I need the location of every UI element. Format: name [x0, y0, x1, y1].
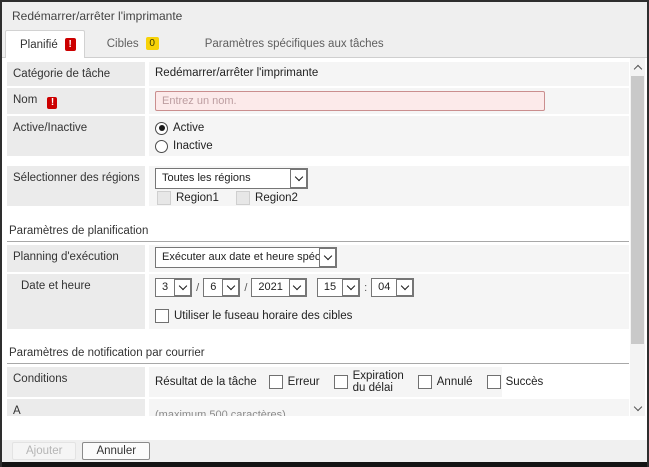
add-button[interactable]: Ajouter: [12, 442, 76, 460]
name-label-cell: Nom !: [7, 88, 145, 114]
succes-checkbox[interactable]: [487, 375, 501, 389]
succes-label: Succès: [506, 376, 544, 388]
dialog-title: Redémarrer/arrêter l'imprimante: [12, 9, 182, 23]
timezone-checkbox[interactable]: [155, 309, 169, 323]
radio-active[interactable]: Active: [155, 120, 623, 136]
tab-planifie[interactable]: Planifié !: [5, 30, 85, 58]
date-separator: /: [244, 282, 247, 294]
count-badge: 0: [146, 37, 159, 50]
vertical-scrollbar[interactable]: [630, 58, 645, 416]
schedule-select[interactable]: Exécuter aux date et heure spécifiées: [155, 247, 337, 268]
erreur-label: Erreur: [288, 376, 320, 388]
region2-checkbox-line[interactable]: Region2: [236, 191, 298, 205]
mail-section-title: Paramètres de notification par courrier: [7, 341, 629, 364]
category-label: Catégorie de tâche: [7, 62, 145, 86]
region1-checkbox[interactable]: [157, 191, 171, 205]
task-dialog: Redémarrer/arrêter l'imprimante Planifié…: [0, 0, 649, 467]
datetime-label: Date et heure: [7, 274, 145, 329]
to-row: A (maximum 500 caractères): [7, 399, 629, 416]
chevron-down-icon: [342, 279, 359, 296]
hour-select[interactable]: 15: [317, 278, 360, 297]
succes-checkbox-line[interactable]: Succès: [487, 375, 544, 389]
conditions-label: Conditions: [7, 367, 145, 397]
region2-checkbox[interactable]: [236, 191, 250, 205]
expiration-checkbox-line[interactable]: Expiration du délai: [334, 370, 404, 394]
annule-checkbox[interactable]: [418, 375, 432, 389]
regions-label: Sélectionner des régions: [7, 166, 145, 206]
schedule-label: Planning d'exécution: [7, 245, 145, 272]
to-hint: (maximum 500 caractères): [155, 409, 623, 416]
tab-parametres-specifiques[interactable]: Paramètres spécifiques aux tâches: [195, 30, 394, 57]
tab-cibles[interactable]: Cibles 0: [97, 30, 169, 57]
category-value: Redémarrer/arrêter l'imprimante: [149, 62, 629, 86]
schedule-select-value: Exécuter aux date et heure spécifiées: [156, 248, 319, 267]
chevron-down-icon: [174, 279, 191, 296]
dialog-footer: Ajouter Annuler: [2, 440, 647, 462]
chevron-down-icon: [319, 248, 336, 267]
datetime-row: Date et heure 3 / 6 /: [7, 274, 629, 329]
date-part1-value: 3: [156, 279, 174, 296]
conditions-prefix: Résultat de la tâche: [155, 376, 257, 388]
to-label: A: [7, 399, 145, 416]
content-footer-gap: [2, 416, 647, 440]
annule-checkbox-line[interactable]: Annulé: [418, 375, 473, 389]
date-year-value: 2021: [252, 279, 288, 296]
chevron-down-icon: [290, 169, 307, 188]
date-part2-value: 6: [204, 279, 222, 296]
schedule-section-title: Paramètres de planification: [7, 219, 629, 242]
radio-active-label: Active: [173, 122, 204, 134]
window-bottom-edge: [2, 462, 647, 467]
name-error-badge: !: [47, 97, 57, 109]
name-label: Nom: [13, 94, 37, 106]
dialog-title-bar: Redémarrer/arrêter l'imprimante: [2, 2, 647, 30]
scroll-down-arrow-icon[interactable]: [630, 401, 645, 416]
time-separator: :: [364, 282, 367, 294]
tab-cibles-label: Cibles: [107, 38, 139, 50]
expiration-checkbox[interactable]: [334, 375, 348, 389]
tab-parametres-label: Paramètres spécifiques aux tâches: [205, 38, 384, 50]
region1-label: Region1: [176, 192, 219, 204]
date-part2-select[interactable]: 6: [203, 278, 240, 297]
scroll-up-arrow-icon[interactable]: [630, 60, 645, 75]
chevron-down-icon: [289, 279, 306, 296]
radio-inactive-icon[interactable]: [155, 140, 168, 153]
erreur-checkbox[interactable]: [269, 375, 283, 389]
date-separator: /: [196, 282, 199, 294]
annule-label: Annulé: [437, 376, 473, 388]
radio-inactive-label: Inactive: [173, 140, 213, 152]
name-input[interactable]: [155, 91, 545, 111]
hour-value: 15: [318, 279, 342, 296]
erreur-checkbox-line[interactable]: Erreur: [269, 375, 320, 389]
date-year-select[interactable]: 2021: [251, 278, 306, 297]
active-inactive-label: Active/Inactive: [7, 116, 145, 156]
conditions-row: Conditions Résultat de la tâche Erreur E…: [7, 367, 629, 397]
radio-inactive[interactable]: Inactive: [155, 138, 623, 154]
tab-bar: Planifié ! Cibles 0 Paramètres spécifiqu…: [2, 30, 647, 58]
chevron-down-icon: [222, 279, 239, 296]
timezone-checkbox-line[interactable]: Utiliser le fuseau horaire des cibles: [155, 309, 352, 323]
cancel-button[interactable]: Annuler: [82, 442, 150, 460]
timezone-checkbox-label: Utiliser le fuseau horaire des cibles: [174, 310, 352, 322]
schedule-row: Planning d'exécution Exécuter aux date e…: [7, 245, 629, 272]
minute-value: 04: [372, 279, 396, 296]
name-row: Nom !: [7, 88, 629, 114]
form-scroll-area: Catégorie de tâche Redémarrer/arrêter l'…: [2, 58, 647, 416]
regions-row: Sélectionner des régions Toutes les régi…: [7, 166, 629, 206]
minute-select[interactable]: 04: [371, 278, 414, 297]
regions-select[interactable]: Toutes les régions: [155, 168, 308, 189]
date-part1-select[interactable]: 3: [155, 278, 192, 297]
expiration-label: Expiration du délai: [353, 370, 404, 394]
region2-label: Region2: [255, 192, 298, 204]
error-badge: !: [65, 38, 76, 51]
tab-planifie-label: Planifié: [20, 39, 58, 51]
regions-select-value: Toutes les régions: [156, 169, 290, 188]
active-inactive-row: Active/Inactive Active Inactive: [7, 116, 629, 156]
scrollbar-thumb[interactable]: [631, 76, 644, 344]
category-row: Catégorie de tâche Redémarrer/arrêter l'…: [7, 62, 629, 86]
chevron-down-icon: [396, 279, 413, 296]
radio-active-icon[interactable]: [155, 122, 168, 135]
region1-checkbox-line[interactable]: Region1: [157, 191, 219, 205]
